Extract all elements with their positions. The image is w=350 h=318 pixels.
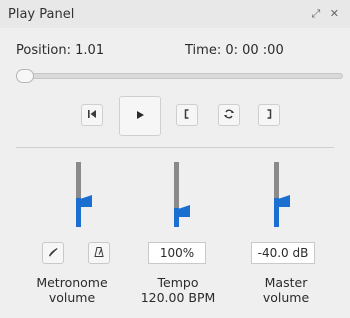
titlebar-icons: ⤢ ✕ [311, 7, 342, 21]
master-volume-field[interactable]: -40.0 dB [251, 242, 315, 264]
position-value: 1.01 [75, 43, 105, 58]
metronome-caption-line1: Metronome [36, 275, 108, 290]
loop-end-bracket-icon [264, 108, 274, 122]
metronome-slider-handle[interactable] [80, 194, 94, 209]
tempo-caption: Tempo 120.00 BPM [128, 275, 228, 305]
time-readout: Time: 0: 00 :00 [185, 43, 284, 58]
master-caption: Master volume [236, 275, 336, 305]
play-panel: Play Panel ⤢ ✕ Position: 1.01 Time: 0: 0… [0, 0, 350, 318]
master-slider-handle[interactable] [278, 194, 292, 209]
tempo-slider[interactable] [162, 162, 192, 227]
position-readout: Position: 1.01 [16, 43, 104, 58]
loop-start-bracket-icon [182, 108, 192, 122]
master-slider-track [274, 162, 279, 198]
metronome-brush-button[interactable] [42, 242, 64, 264]
skip-to-start-icon [87, 109, 97, 122]
time-value: 0: 00 :00 [225, 43, 284, 58]
master-caption-line2: volume [262, 290, 310, 305]
tempo-slider-handle[interactable] [178, 204, 192, 219]
play-icon [135, 110, 145, 123]
play-button[interactable] [119, 96, 161, 136]
brush-icon [47, 246, 59, 261]
metronome-caption-line2: volume [48, 290, 96, 305]
rewind-button[interactable] [81, 104, 103, 126]
close-icon[interactable]: ✕ [330, 7, 342, 20]
tempo-caption-line1: Tempo [157, 275, 199, 290]
loop-button[interactable] [218, 104, 240, 126]
panel-titlebar: Play Panel ⤢ ✕ [0, 0, 350, 28]
loop-start-button[interactable] [176, 104, 198, 126]
metronome-slider-track [76, 162, 81, 198]
panel-title: Play Panel [8, 7, 75, 22]
tempo-caption-line2: 120.00 BPM [140, 290, 216, 305]
time-label: Time: [185, 43, 222, 58]
tempo-slider-track [174, 162, 179, 208]
position-label: Position: [16, 43, 71, 58]
tempo-percent-field[interactable]: 100% [148, 242, 206, 264]
section-divider [16, 147, 334, 148]
metronome-caption: Metronome volume [22, 275, 122, 305]
metronome-icon [93, 246, 105, 261]
playback-slider[interactable] [16, 73, 343, 79]
metronome-settings-button[interactable] [88, 242, 110, 264]
master-volume-slider[interactable] [262, 162, 292, 227]
playback-slider-handle[interactable] [16, 69, 34, 83]
metronome-volume-slider[interactable] [62, 162, 92, 227]
pin-icon[interactable]: ⤢ [311, 7, 323, 20]
master-caption-line1: Master [264, 275, 308, 290]
loop-end-button[interactable] [258, 104, 280, 126]
loop-icon [223, 108, 235, 123]
